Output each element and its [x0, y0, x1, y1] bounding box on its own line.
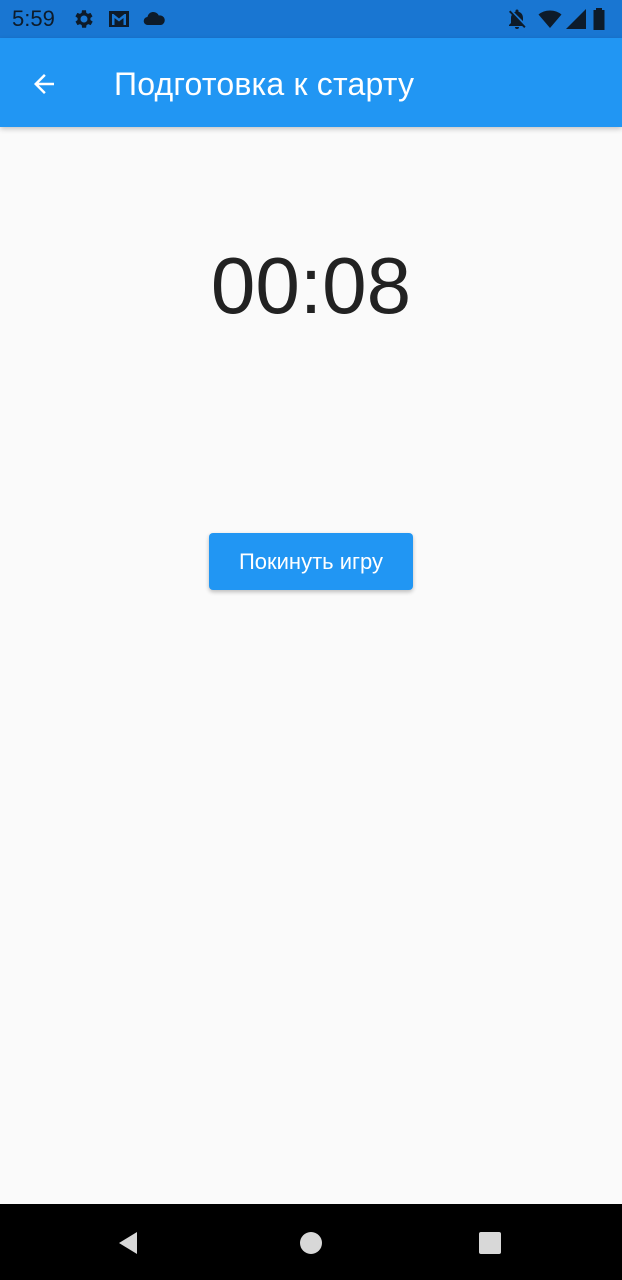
arrow-back-icon — [29, 69, 59, 99]
battery-icon — [591, 7, 607, 31]
phone-screen: 5:59 Подготовка к старту 00:08 Покинуть … — [0, 0, 622, 1280]
page-title: Подготовка к старту — [114, 66, 415, 102]
gmail-icon — [107, 7, 131, 31]
countdown-timer: 00:08 — [210, 241, 412, 330]
back-triangle-icon[interactable] — [116, 1230, 142, 1256]
signal-icon — [564, 7, 588, 31]
home-circle-icon[interactable] — [298, 1230, 324, 1256]
cloud-icon — [142, 7, 166, 31]
wifi-icon — [538, 7, 562, 31]
notifications-off-icon — [505, 7, 529, 31]
settings-icon — [72, 7, 96, 31]
back-button[interactable] — [18, 58, 70, 110]
navigation-bar — [0, 1204, 622, 1280]
recents-square-icon[interactable] — [477, 1230, 503, 1256]
leave-game-button[interactable]: Покинуть игру — [209, 533, 413, 590]
status-time: 5:59 — [12, 6, 55, 31]
status-bar: 5:59 — [0, 0, 622, 38]
app-bar: Подготовка к старту — [0, 38, 622, 127]
